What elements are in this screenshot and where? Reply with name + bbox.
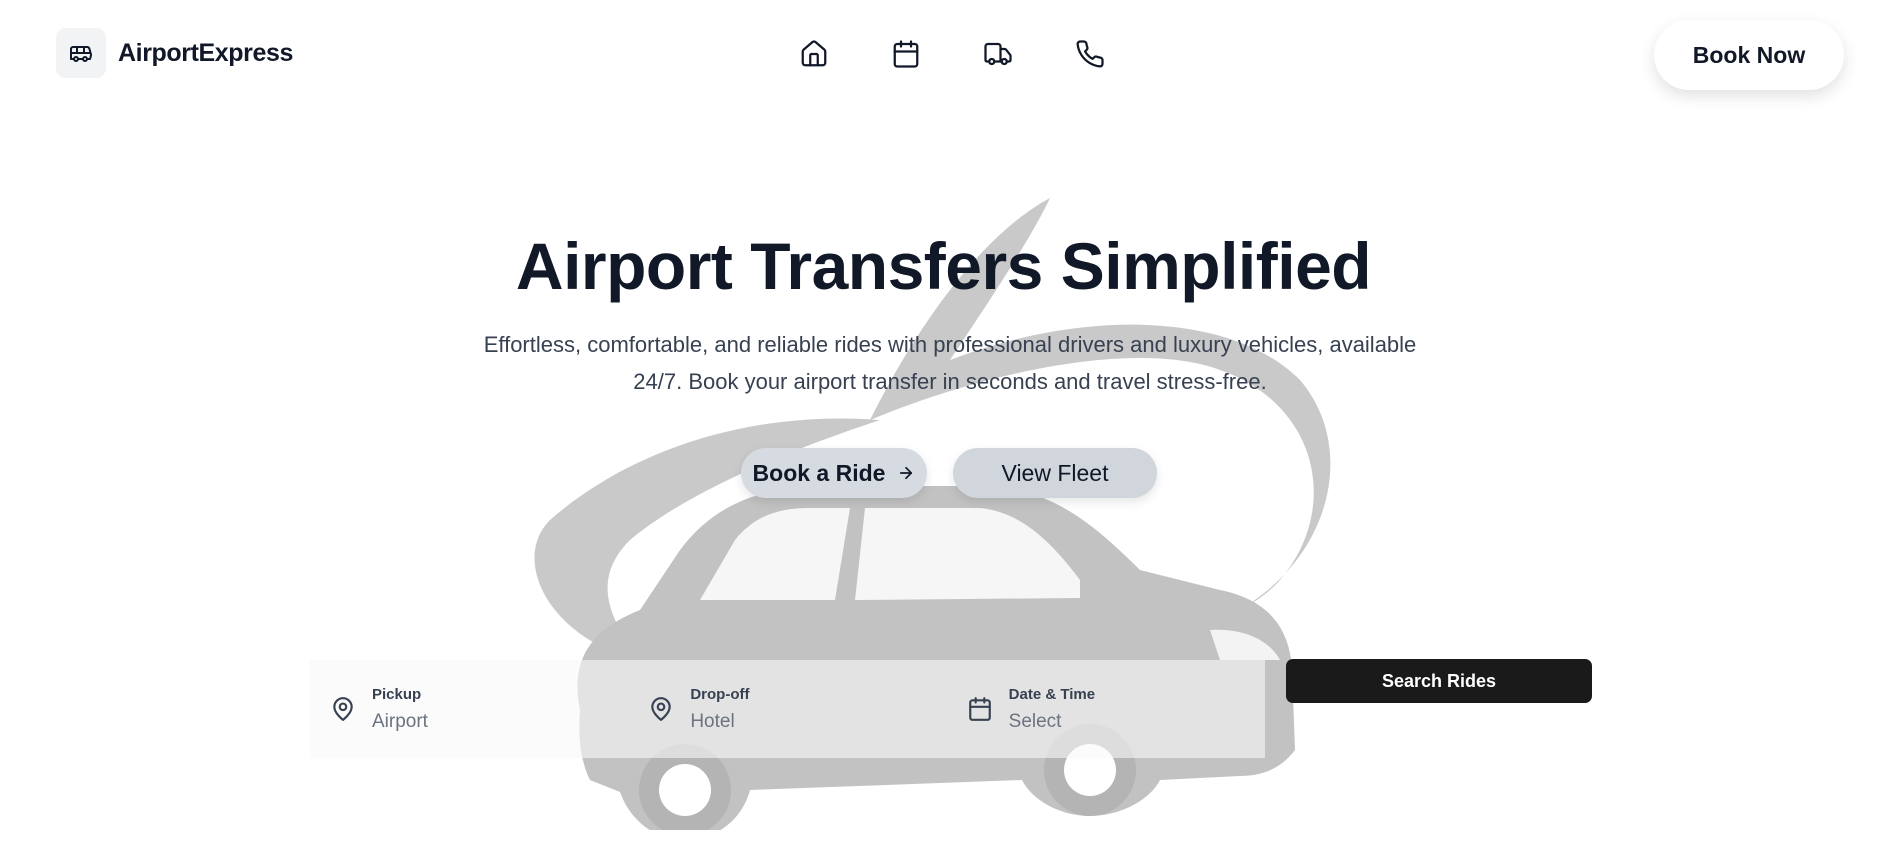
datetime-value: Select	[1008, 710, 1062, 732]
search-rides-button[interactable]: Search Rides	[1286, 659, 1592, 703]
hero-subtitle: Effortless, comfortable, and reliable ri…	[483, 332, 1417, 394]
dropoff-label: Drop-off	[690, 685, 750, 703]
pickup-value: Airport	[372, 710, 428, 732]
nav-home[interactable]	[796, 36, 832, 72]
map-pin-icon	[333, 697, 353, 721]
datetime-field[interactable]: Date & Time Select	[946, 660, 1265, 758]
dropoff-field[interactable]: Drop-off Hotel	[628, 660, 947, 758]
map-pin-icon	[651, 697, 672, 721]
nav-contact[interactable]	[1072, 36, 1108, 72]
bus-icon	[56, 28, 106, 78]
view-fleet-button[interactable]: View Fleet	[953, 448, 1157, 498]
main-nav	[796, 36, 1108, 72]
nav-bookings[interactable]	[888, 36, 924, 72]
hero-title: Airport Transfers Simplified	[515, 229, 1372, 303]
book-a-ride-button[interactable]: Book a Ride	[741, 448, 927, 498]
truck-icon	[984, 42, 1012, 66]
arrow-right-icon	[900, 466, 913, 480]
home-icon	[801, 40, 827, 67]
dropoff-value: Hotel	[690, 710, 735, 732]
nav-fleet[interactable]	[980, 36, 1016, 72]
brand-logo[interactable]: AirportExpress	[56, 28, 293, 78]
calendar-icon	[968, 697, 991, 721]
ride-search-form: Pickup Airport Drop-off Hotel Date & Tim…	[310, 660, 1265, 758]
calendar-icon	[893, 40, 919, 68]
book-now-button[interactable]: Book Now	[1654, 20, 1844, 90]
phone-icon	[1076, 40, 1104, 68]
pickup-label: Pickup	[372, 685, 422, 703]
pickup-field[interactable]: Pickup Airport	[310, 660, 629, 758]
datetime-label: Date & Time	[1008, 685, 1096, 703]
brand-name: AirportExpress	[118, 38, 294, 67]
top-navbar: AirportExpress Book Now	[0, 0, 1887, 110]
book-a-ride-label: Book a Ride	[752, 459, 886, 486]
